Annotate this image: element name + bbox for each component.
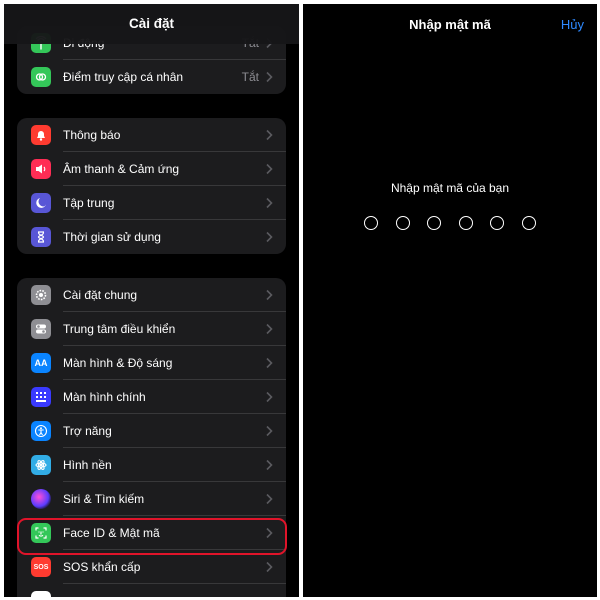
home-grid-icon [31, 387, 51, 407]
settings-row-label: Cài đặt chung [63, 288, 138, 302]
siri-icon [31, 489, 51, 509]
chevron-right-icon [266, 163, 273, 175]
chevron-right-icon [266, 231, 273, 243]
settings-row-label: Âm thanh & Cảm ứng [63, 162, 180, 176]
settings-header: Cài đặt [4, 4, 299, 44]
chevron-right-icon [266, 323, 273, 335]
passcode-dot [458, 216, 473, 230]
settings-row-label: Siri & Tìm kiếm [63, 492, 145, 506]
settings-row-notifications[interactable]: Thông báo [17, 118, 286, 152]
passcode-dot [427, 216, 442, 230]
settings-row-accessibility[interactable]: Trợ năng [17, 414, 286, 448]
settings-row-label: Điểm truy cập cá nhân [63, 70, 184, 84]
settings-row-partial[interactable] [17, 584, 286, 597]
settings-row-sounds[interactable]: Âm thanh & Cảm ứng [17, 152, 286, 186]
faceid-highlight-box [17, 518, 287, 555]
hourglass-icon [31, 227, 51, 247]
settings-row-home-screen[interactable]: Màn hình chính [17, 380, 286, 414]
passcode-prompt: Nhập mật mã của bạn [390, 181, 510, 195]
chevron-right-icon [266, 459, 273, 471]
speaker-icon [31, 159, 51, 179]
sos-icon-glyph: SOS [33, 563, 49, 571]
settings-row-value: Tắt [241, 70, 259, 84]
toggles-icon [31, 319, 51, 339]
settings-row-label: Hình nền [63, 458, 112, 472]
flower-icon [31, 455, 51, 475]
settings-row-label: Trung tâm điều khiển [63, 322, 176, 336]
sos-icon: SOS [31, 557, 51, 577]
page-title: Cài đặt [128, 16, 174, 31]
settings-row-label: Màn hình & Độ sáng [63, 356, 173, 370]
settings-row-label: Thông báo [63, 128, 121, 142]
passcode-panel: Nhập mật mã Hủy Nhập mật mã của bạn [303, 4, 597, 597]
settings-row-label: Trợ năng [63, 424, 112, 438]
settings-row-control-center[interactable]: Trung tâm điều khiển [17, 312, 286, 346]
passcode-dot [364, 216, 378, 230]
settings-row-display[interactable]: AA Màn hình & Độ sáng [17, 346, 286, 380]
accessibility-icon [31, 421, 51, 441]
passcode-dot [521, 216, 536, 230]
settings-row-wallpaper[interactable]: Hình nền [17, 448, 286, 482]
passcode-dot [395, 216, 410, 230]
settings-row-label: SOS khẩn cấp [63, 560, 141, 574]
partial-row-icon [31, 591, 51, 597]
chevron-right-icon [266, 71, 273, 83]
passcode-title: Nhập mật mã [409, 17, 491, 32]
chevron-right-icon [266, 357, 273, 369]
settings-row-label: Màn hình chính [63, 390, 146, 404]
settings-row-screen-time[interactable]: Thời gian sử dụng [17, 220, 286, 254]
settings-row-sos[interactable]: SOS SOS khẩn cấp [17, 550, 286, 584]
settings-row-general[interactable]: Cài đặt chung [17, 278, 286, 312]
chevron-right-icon [266, 129, 273, 141]
chevron-right-icon [266, 493, 273, 505]
settings-row-label: Thời gian sử dụng [63, 230, 161, 244]
chevron-right-icon [266, 289, 273, 301]
hotspot-icon [31, 67, 51, 87]
settings-row-hotspot[interactable]: Điểm truy cập cá nhân Tắt [17, 60, 286, 94]
chevron-right-icon [266, 197, 273, 209]
cancel-button[interactable]: Hủy [561, 17, 584, 32]
settings-row-siri[interactable]: Siri & Tìm kiếm [17, 482, 286, 516]
gear-icon [31, 285, 51, 305]
passcode-dot [490, 216, 505, 230]
text-size-icon-glyph: AA [34, 358, 48, 368]
chevron-right-icon [266, 425, 273, 437]
bell-icon [31, 125, 51, 145]
passcode-dots [364, 216, 536, 232]
chevron-right-icon [266, 391, 273, 403]
settings-row-focus[interactable]: Tập trung [17, 186, 286, 220]
notifications-group: Thông báo Âm thanh & Cảm ứng Tập trung T… [17, 118, 286, 254]
moon-icon [31, 193, 51, 213]
settings-panel: Di động Tắt Điểm truy cập cá nhân Tắt Th… [4, 4, 299, 597]
chevron-right-icon [266, 561, 273, 573]
text-size-icon: AA [31, 353, 51, 373]
settings-row-label: Tập trung [63, 196, 115, 210]
